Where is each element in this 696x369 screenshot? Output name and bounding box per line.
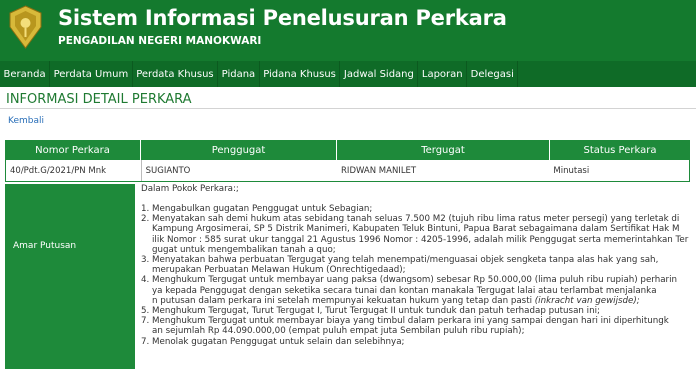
list-item-number: [141, 286, 152, 296]
list-item: Kampung Argosimerai, SP 5 Distrik Manime…: [141, 224, 693, 234]
nav-item-delegasi[interactable]: Delegasi: [467, 61, 519, 87]
list-item: gugat untuk mengembalikan tanah a quo;: [141, 245, 693, 255]
nav-item-laporan[interactable]: Laporan: [418, 61, 468, 87]
court-name: PENGADILAN NEGERI MANOKWARI: [58, 35, 262, 47]
list-item-number: 7.: [141, 336, 150, 347]
column-header-status-perkara: Status Perkara: [583, 144, 657, 156]
column-header-nomor-perkara: Nomor Perkara: [5, 140, 141, 160]
list-item-number: [141, 224, 152, 234]
list-item: n putusan dalam perkara ini setelah memp…: [141, 296, 693, 306]
case-table: Nomor Perkara Penggugat Tergugat Status …: [5, 140, 690, 182]
list-item: 4. Menghukum Tergugat untuk membayar uang…: [141, 275, 693, 285]
list-item-text: Menyatakan bahwa perbuatan Tergugat yang…: [152, 255, 659, 266]
site-header: Sistem Informasi Penelusuran Perkara PEN…: [0, 0, 696, 61]
list-item-text: Mengabulkan gugatan Penggugat untuk Seba…: [152, 204, 373, 214]
list-item-text: an sejumlah Rp 44.090.000,00 (empat pulu…: [152, 326, 525, 337]
list-item-number: 5.: [141, 306, 150, 317]
list-item: 7. Menolak gugatan Penggugat untuk selain…: [141, 337, 693, 347]
list-item-text: merupakan Perbuatan Melawan Hukum (Onrec…: [152, 265, 406, 276]
list-item: 1. Mengabulkan gugatan Penggugat untuk Se…: [141, 204, 693, 214]
list-item-number: [141, 296, 152, 306]
list-item: 5. Menghukum Tergugat, Turut Tergugat I, …: [141, 306, 693, 316]
amar-putusan-content: Dalam Pokok Perkara:; 1. Mengabulkan guga…: [141, 184, 693, 369]
nav-item-perdata-khusus[interactable]: Perdata Khusus: [133, 61, 219, 87]
cell-nomor-perkara: 40/Pdt.G/2021/PN Mnk: [6, 160, 142, 181]
list-item: ilik Nomor : 585 surat ukur tanggal 21 A…: [141, 235, 693, 245]
cell-penggugat: SUGIANTO: [145, 165, 191, 176]
main-nav: Beranda Perdata Umum Perdata Khusus Pida…: [0, 61, 696, 87]
list-item: ya kepada Penggugat dengan seketika seca…: [141, 286, 693, 296]
amar-heading: Dalam Pokok Perkara:;: [141, 184, 239, 194]
italic-term: (inkracht van gewijsde);: [532, 295, 640, 306]
list-item: 3. Menyatakan bahwa perbuatan Tergugat ya…: [141, 255, 693, 265]
page-title: INFORMASI DETAIL PERKARA: [6, 92, 192, 107]
table-header-row: Nomor Perkara Penggugat Tergugat Status …: [5, 140, 690, 160]
amar-list: 1. Mengabulkan gugatan Penggugat untuk Se…: [141, 204, 693, 347]
heading-divider: [0, 108, 696, 109]
list-item-number: [141, 326, 152, 336]
list-item-number: 7.: [141, 316, 150, 327]
amar-putusan-label: Amar Putusan: [13, 241, 77, 251]
nav-item-pidana-khusus[interactable]: Pidana Khusus: [260, 61, 341, 87]
nav-item-perdata-umum[interactable]: Perdata Umum: [50, 61, 133, 87]
list-item-text: ilik Nomor : 585 surat ukur tanggal 21 A…: [152, 234, 689, 245]
list-item-text: gugat untuk mengembalikan tanah a quo;: [152, 244, 336, 255]
column-header-tergugat: Tergugat: [337, 140, 550, 160]
list-item-number: [141, 235, 152, 245]
list-item: 7. Menghukum Tergugat untuk membayar biay…: [141, 316, 693, 326]
list-item-text: Menyatakan sah demi hukum atas sebidang …: [152, 214, 680, 225]
list-item-text: Menghukum Tergugat, Turut Tergugat I, Tu…: [152, 306, 600, 317]
list-item-number: 3.: [141, 255, 150, 266]
amar-putusan-label-cell: Amar Putusan: [5, 184, 135, 369]
list-item-number: 1.: [141, 204, 150, 214]
column-header-penggugat: Penggugat: [141, 140, 337, 160]
list-item-number: 2.: [141, 214, 150, 225]
list-item: merupakan Perbuatan Melawan Hukum (Onrec…: [141, 265, 693, 275]
list-item-text: Menghukum Tergugat untuk membayar uang p…: [152, 275, 678, 286]
list-item-text: Menghukum Tergugat untuk membayar biaya …: [152, 316, 669, 327]
list-item-text: n putusan dalam perkara ini setelah memp…: [152, 295, 640, 306]
table-row: 40/Pdt.G/2021/PN Mnk SUGIANTO RIDWAN MAN…: [5, 160, 690, 182]
list-item-text: Menolak gugatan Penggugat untuk selain d…: [152, 336, 405, 347]
list-item: an sejumlah Rp 44.090.000,00 (empat pulu…: [141, 326, 693, 336]
court-emblem-icon: [9, 5, 42, 49]
list-item: 2. Menyatakan sah demi hukum atas sebidan…: [141, 214, 693, 224]
cell-tergugat: RIDWAN MANILET: [341, 165, 417, 176]
back-link[interactable]: Kembali: [8, 116, 44, 126]
nav-item-beranda[interactable]: Beranda: [0, 61, 51, 87]
cell-status-perkara: Minutasi: [553, 165, 590, 176]
site-title: Sistem Informasi Penelusuran Perkara: [58, 6, 507, 30]
list-item-number: 4.: [141, 275, 150, 286]
nav-item-jadwal-sidang[interactable]: Jadwal Sidang: [340, 61, 419, 87]
list-item-text: ya kepada Penggugat dengan seketika seca…: [152, 285, 657, 296]
list-item-number: [141, 245, 152, 255]
list-item-number: [141, 265, 152, 275]
nav-item-pidana[interactable]: Pidana: [218, 61, 260, 87]
list-item-text: Kampung Argosimerai, SP 5 Distrik Manime…: [152, 224, 680, 235]
